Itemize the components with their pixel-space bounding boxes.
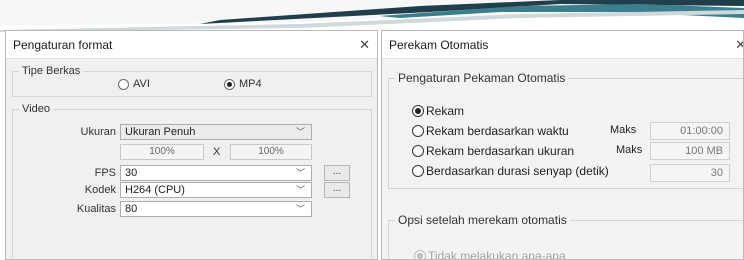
file-type-legend: Tipe Berkas xyxy=(22,65,81,77)
record-by-size-radio[interactable]: Rekam berdasarkan ukuran xyxy=(412,144,574,158)
auto-recorder-title: Perekam Otomatis xyxy=(389,37,489,52)
max-size-field[interactable]: 100 MB xyxy=(650,142,730,160)
record-by-size-radio-button[interactable] xyxy=(412,145,424,157)
silence-duration-label: Berdasarkan durasi senyap (detik) xyxy=(426,164,609,178)
mp4-radio-label: MP4 xyxy=(239,78,262,90)
auto-record-settings-legend: Pengaturan Pekaman Otomatis xyxy=(398,71,566,85)
banner-swoosh-graphic xyxy=(0,0,744,32)
size-select-value: Ukuran Penuh xyxy=(125,126,196,138)
size-label: Ukuran xyxy=(80,126,116,138)
format-settings-window: Pengaturan format ✕ Tipe Berkas AVI MP4 … xyxy=(5,30,378,260)
silence-duration-radio[interactable]: Berdasarkan durasi senyap (detik) xyxy=(412,164,609,178)
decorative-banner xyxy=(0,0,744,32)
format-settings-title: Pengaturan format xyxy=(13,37,113,52)
max-time-field[interactable]: 01:00:00 xyxy=(650,122,730,140)
record-by-time-label: Rekam berdasarkan waktu xyxy=(426,124,569,138)
record-by-time-radio-button[interactable] xyxy=(412,125,424,137)
height-percent-value: 100% xyxy=(258,146,284,157)
avi-radio-button[interactable] xyxy=(118,78,129,90)
times-separator: X xyxy=(213,146,221,158)
quality-select[interactable]: 80 ﹀ xyxy=(120,201,312,217)
max-time-label: Maks xyxy=(610,124,637,136)
chevron-down-icon: ﹀ xyxy=(295,185,305,195)
mp4-radio-button[interactable] xyxy=(224,78,235,90)
file-type-group: Tipe Berkas xyxy=(12,65,372,97)
record-radio-label: Rekam xyxy=(426,104,465,118)
after-recording-legend: Opsi setelah merekam otomatis xyxy=(398,213,567,227)
close-icon[interactable]: ✕ xyxy=(735,37,743,53)
max-size-label: Maks xyxy=(616,144,643,156)
do-nothing-label: Tidak melakukan apa-apa xyxy=(428,249,566,260)
silence-seconds-field[interactable]: 30 xyxy=(650,164,730,182)
silence-duration-radio-button[interactable] xyxy=(412,165,424,177)
quality-label: Kualitas xyxy=(76,203,116,215)
close-icon[interactable]: ✕ xyxy=(359,37,370,53)
codec-select-value: H264 (CPU) xyxy=(125,184,185,196)
mp4-radio[interactable]: MP4 xyxy=(224,78,262,90)
width-percent-value: 100% xyxy=(149,146,175,157)
codec-label: Kodek xyxy=(84,184,116,196)
format-settings-titlebar: Pengaturan format ✕ xyxy=(6,31,377,59)
chevron-down-icon: ﹀ xyxy=(295,204,305,214)
do-nothing-radio-button[interactable] xyxy=(414,250,426,259)
record-radio-button[interactable] xyxy=(412,105,424,117)
size-select[interactable]: Ukuran Penuh ﹀ xyxy=(120,124,312,140)
chevron-down-icon: ﹀ xyxy=(295,127,305,137)
record-by-size-label: Rekam berdasarkan ukuran xyxy=(426,144,575,158)
width-percent-field[interactable]: 100% xyxy=(120,144,204,160)
codec-more-button[interactable]: ... xyxy=(324,182,350,198)
chevron-down-icon: ﹀ xyxy=(295,168,305,178)
video-legend: Video xyxy=(22,103,50,115)
fps-select[interactable]: 30 ﹀ xyxy=(120,165,312,181)
fps-label: FPS xyxy=(94,167,116,179)
auto-recorder-window: Perekam Otomatis ✕ Pengaturan Pekaman Ot… xyxy=(381,30,744,260)
record-radio[interactable]: Rekam xyxy=(412,104,464,118)
do-nothing-radio[interactable]: Tidak melakukan apa-apa xyxy=(414,249,566,260)
fps-more-button[interactable]: ... xyxy=(324,165,350,181)
height-percent-field[interactable]: 100% xyxy=(230,144,312,160)
avi-radio[interactable]: AVI xyxy=(118,78,150,90)
quality-select-value: 80 xyxy=(125,203,138,215)
avi-radio-label: AVI xyxy=(133,78,150,90)
record-by-time-radio[interactable]: Rekam berdasarkan waktu xyxy=(412,124,569,138)
codec-select[interactable]: H264 (CPU) ﹀ xyxy=(120,182,312,198)
auto-recorder-titlebar: Perekam Otomatis ✕ xyxy=(382,31,743,59)
fps-select-value: 30 xyxy=(125,167,138,179)
